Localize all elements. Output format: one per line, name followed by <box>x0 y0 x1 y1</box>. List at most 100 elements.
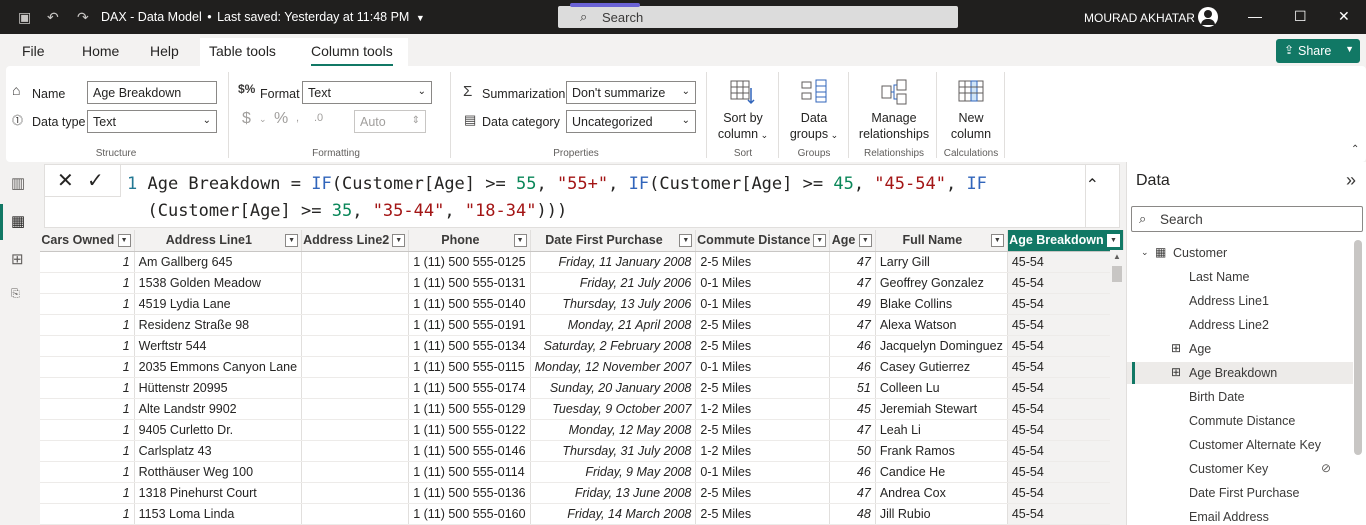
table-cell[interactable]: 47 <box>829 251 876 273</box>
table-cell[interactable]: 1 <box>40 335 135 357</box>
table-cell[interactable]: 51 <box>829 377 876 399</box>
table-cell[interactable]: 1 <box>40 251 135 273</box>
table-cell[interactable]: 1-2 Miles <box>695 398 831 420</box>
table-cell[interactable]: Carlsplatz 43 <box>134 440 303 462</box>
summarization-dropdown[interactable]: Don't summarize ⌄ <box>566 81 696 104</box>
model-view-icon[interactable]: ⊞ <box>11 250 24 268</box>
tab-help[interactable]: Help <box>150 43 179 59</box>
table-cell[interactable]: Residenz Straße 98 <box>134 314 303 336</box>
table-cell[interactable]: 1 <box>40 272 135 294</box>
table-cell[interactable]: Frank Ramos <box>875 440 1008 462</box>
table-cell[interactable]: 2-5 Miles <box>695 251 831 273</box>
data-groups-button[interactable]: Data groups ⌄ <box>784 78 844 143</box>
table-cell[interactable]: 1 <box>40 293 135 315</box>
filter-dropdown-icon[interactable]: ▼ <box>858 234 872 247</box>
decimal-places-input[interactable]: Auto ⇕ <box>354 110 426 133</box>
tree-field-item[interactable]: Email Address <box>1127 506 1353 525</box>
table-row[interactable]: 1 Alte Landstr 9902 1 (11) 500 555-0129 Tue… <box>40 398 1124 420</box>
table-cell[interactable]: 45-54 <box>1007 482 1124 504</box>
table-cell[interactable]: 47 <box>829 314 876 336</box>
data-type-dropdown[interactable]: Text ⌄ <box>87 110 217 133</box>
table-row[interactable]: 1 Rotthäuser Weg 100 1 (11) 500 555-0114 Fr… <box>40 461 1124 483</box>
column-header[interactable]: Date First Purchase ▼ <box>530 230 697 252</box>
table-row[interactable]: 1 Werftstr 544 1 (11) 500 555-0134 Saturday… <box>40 335 1124 357</box>
table-cell[interactable]: 0-1 Miles <box>695 272 831 294</box>
table-cell[interactable]: 1153 Loma Linda <box>134 503 303 525</box>
table-cell[interactable]: Jill Rubio <box>875 503 1008 525</box>
table-cell[interactable] <box>301 461 410 483</box>
tree-table-customer[interactable]: ⌄ ▦ Customer <box>1127 242 1353 264</box>
table-cell[interactable]: 1318 Pinehurst Court <box>134 482 303 504</box>
decimal-places-icon[interactable]: .0 <box>314 112 323 124</box>
table-cell[interactable]: 45-54 <box>1007 419 1124 441</box>
format-dropdown[interactable]: Text ⌄ <box>302 81 432 104</box>
table-cell[interactable]: 1 (11) 500 555-0129 <box>408 398 531 420</box>
filter-dropdown-icon[interactable]: ▼ <box>117 234 131 247</box>
dax-query-view-icon[interactable]: ⎘ <box>11 288 20 301</box>
table-cell[interactable]: Candice He <box>875 461 1008 483</box>
currency-icon[interactable]: $ <box>242 110 251 128</box>
table-cell[interactable]: 1 <box>40 461 135 483</box>
table-row[interactable]: 1 1538 Golden Meadow 1 (11) 500 555-0131 Fr… <box>40 272 1124 294</box>
table-cell[interactable]: 1 (11) 500 555-0146 <box>408 440 531 462</box>
chevron-down-icon[interactable]: ⌄ <box>1141 247 1149 258</box>
table-cell[interactable] <box>301 503 410 525</box>
table-cell[interactable]: Alexa Watson <box>875 314 1008 336</box>
table-cell[interactable]: 46 <box>829 461 876 483</box>
table-cell[interactable]: 1 <box>40 314 135 336</box>
table-cell[interactable]: 45-54 <box>1007 377 1124 399</box>
table-cell[interactable]: 1 <box>40 440 135 462</box>
table-cell[interactable]: Saturday, 2 February 2008 <box>530 335 697 357</box>
table-cell[interactable]: 1 <box>40 482 135 504</box>
table-cell[interactable] <box>301 398 410 420</box>
filter-dropdown-icon[interactable]: ▼ <box>679 234 693 247</box>
save-icon[interactable]: ▣ <box>18 9 31 26</box>
filter-dropdown-icon[interactable]: ▼ <box>813 234 827 247</box>
column-header[interactable]: Address Line2 ▼ <box>301 230 410 252</box>
table-cell[interactable]: Alte Landstr 9902 <box>134 398 303 420</box>
close-icon[interactable]: ✕ <box>1338 8 1350 25</box>
tab-column-tools[interactable]: Column tools <box>311 43 393 67</box>
filter-dropdown-icon[interactable]: ▼ <box>392 234 406 247</box>
table-cell[interactable]: 45-54 <box>1007 272 1124 294</box>
table-cell[interactable]: 45-54 <box>1007 251 1124 273</box>
table-cell[interactable]: Friday, 21 July 2006 <box>530 272 697 294</box>
table-cell[interactable]: 1 (11) 500 555-0125 <box>408 251 531 273</box>
table-view-icon[interactable]: ▦ <box>11 212 25 230</box>
tree-field-item[interactable]: Commute Distance <box>1127 410 1353 432</box>
table-cell[interactable]: Friday, 9 May 2008 <box>530 461 697 483</box>
tab-home[interactable]: Home <box>82 43 119 59</box>
table-row[interactable]: 1 Residenz Straße 98 1 (11) 500 555-0191 Mo… <box>40 314 1124 336</box>
table-cell[interactable]: 46 <box>829 335 876 357</box>
column-name-input[interactable]: Age Breakdown <box>87 81 217 104</box>
table-cell[interactable] <box>301 335 410 357</box>
table-row[interactable]: 1 1153 Loma Linda 1 (11) 500 555-0160 Frida… <box>40 503 1124 525</box>
table-cell[interactable]: 45-54 <box>1007 461 1124 483</box>
filter-dropdown-icon[interactable]: ▼ <box>285 234 299 247</box>
tree-field-item[interactable]: Last Name <box>1127 266 1353 288</box>
table-row[interactable]: 1 Carlsplatz 43 1 (11) 500 555-0146 Thursda… <box>40 440 1124 462</box>
table-cell[interactable]: Colleen Lu <box>875 377 1008 399</box>
collapse-ribbon-icon[interactable]: ⌃ <box>1351 144 1359 155</box>
manage-relationships-button[interactable]: Manage relationships <box>854 78 934 142</box>
table-cell[interactable]: Werftstr 544 <box>134 335 303 357</box>
table-cell[interactable]: Am Gallberg 645 <box>134 251 303 273</box>
table-cell[interactable]: 1 <box>40 398 135 420</box>
avatar[interactable] <box>1198 7 1218 27</box>
table-cell[interactable]: 9405 Curletto Dr. <box>134 419 303 441</box>
column-header[interactable]: Age ▼ <box>829 230 876 252</box>
tree-field-item[interactable]: Address Line1 <box>1127 290 1353 312</box>
table-cell[interactable]: 1 (11) 500 555-0160 <box>408 503 531 525</box>
table-cell[interactable]: 45-54 <box>1007 440 1124 462</box>
table-cell[interactable]: Hüttenstr 20995 <box>134 377 303 399</box>
percent-icon[interactable]: % <box>274 110 288 128</box>
user-name[interactable]: MOURAD AKHATAR <box>1084 11 1195 25</box>
table-cell[interactable]: 2035 Emmons Canyon Lane <box>134 356 303 378</box>
table-cell[interactable]: 2-5 Miles <box>695 482 831 504</box>
table-cell[interactable]: 47 <box>829 482 876 504</box>
table-cell[interactable]: 45-54 <box>1007 335 1124 357</box>
table-cell[interactable] <box>301 482 410 504</box>
tree-field-item[interactable]: ⊞ Age <box>1127 338 1353 360</box>
table-cell[interactable]: Friday, 13 June 2008 <box>530 482 697 504</box>
column-header[interactable]: Phone ▼ <box>408 230 531 252</box>
